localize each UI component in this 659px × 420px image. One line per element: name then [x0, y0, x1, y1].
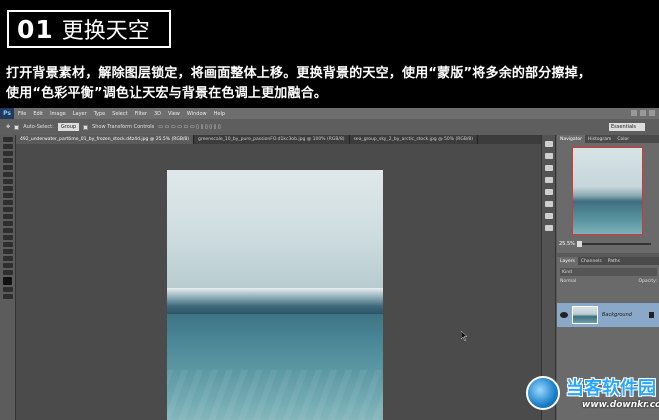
- paragraph-panel-icon[interactable]: [544, 213, 553, 219]
- eraser-tool[interactable]: [2, 207, 13, 212]
- site-name: 当客软件园: [566, 378, 656, 399]
- tab-color[interactable]: Color: [614, 135, 632, 143]
- brush-tool[interactable]: [2, 186, 13, 191]
- tab-navigator[interactable]: Navigator: [557, 135, 586, 143]
- menu-select[interactable]: Select: [112, 111, 127, 117]
- menu-image[interactable]: Image: [50, 111, 66, 117]
- menu-type[interactable]: Type: [94, 111, 105, 117]
- brush-panel-icon[interactable]: [544, 177, 553, 183]
- navigator-tabs: Navigator Histogram Color: [557, 135, 659, 143]
- wave-horizon: [167, 288, 383, 314]
- options-bar: ✥ Auto-Select: Group Show Transform Cont…: [0, 119, 659, 135]
- character-panel-icon[interactable]: [544, 201, 553, 207]
- quick-select-tool[interactable]: [2, 158, 13, 163]
- marquee-tool[interactable]: [2, 144, 13, 149]
- zoom-tool[interactable]: [2, 270, 13, 275]
- site-logo-icon: [526, 376, 560, 410]
- workspace-switcher[interactable]: Essentials: [609, 123, 645, 131]
- move-tool[interactable]: [2, 137, 13, 142]
- screen-mode-button[interactable]: [2, 294, 13, 299]
- step-description-line-2: 使用“色彩平衡”调色让天宏与背景在色调上更加融合。: [6, 86, 328, 101]
- dodge-tool[interactable]: [2, 228, 13, 233]
- site-url: www.downkr.com: [582, 400, 659, 410]
- blend-mode-dropdown[interactable]: Normal: [560, 279, 576, 287]
- zoom-slider[interactable]: [577, 241, 651, 247]
- move-cursor-icon: [461, 331, 468, 341]
- eye-icon[interactable]: [560, 312, 568, 318]
- move-tool-icon[interactable]: ✥: [6, 124, 10, 130]
- info-panel-icon[interactable]: [544, 165, 553, 171]
- auto-select-dropdown[interactable]: Group: [57, 123, 80, 131]
- healing-brush-tool[interactable]: [2, 179, 13, 184]
- menu-help[interactable]: Help: [214, 111, 225, 117]
- tutorial-header: 01 更换天空 打开背景素材，解除图层锁定，将画面整体上移。更换背景的天空，使用…: [0, 0, 659, 104]
- foreground-color-swatch[interactable]: [3, 277, 12, 285]
- tab-histogram[interactable]: Histogram: [585, 135, 614, 143]
- layer-thumbnail: [572, 306, 598, 324]
- tab-document-sea-sky[interactable]: sea_group_sky_2_by_arctic_stock.jpg @ 50…: [350, 135, 479, 144]
- zoom-slider-handle[interactable]: [577, 241, 582, 247]
- pen-tool[interactable]: [2, 235, 13, 240]
- window-controls: [631, 110, 655, 116]
- menu-file[interactable]: File: [18, 111, 26, 117]
- layer-filter-dropdown[interactable]: Kind: [560, 268, 657, 276]
- light-rays: [167, 370, 383, 420]
- shape-tool[interactable]: [2, 256, 13, 261]
- path-select-tool[interactable]: [2, 249, 13, 254]
- history-panel-icon[interactable]: [544, 141, 553, 147]
- maximize-icon[interactable]: [640, 110, 646, 116]
- document-tabs: 492_underwater_parttime_01_by_frozen_sto…: [16, 135, 541, 144]
- adjustments-panel-icon[interactable]: [544, 225, 553, 231]
- hand-tool[interactable]: [2, 263, 13, 268]
- gradient-tool[interactable]: [2, 214, 13, 219]
- menu-filter[interactable]: Filter: [135, 111, 147, 117]
- step-title-box: 01 更换天空: [7, 10, 171, 48]
- tab-layers[interactable]: Layers: [557, 257, 578, 265]
- menu-layer[interactable]: Layer: [73, 111, 87, 117]
- document-image[interactable]: [167, 170, 383, 420]
- step-description-line-1: 打开背景素材，解除图层锁定，将画面整体上移。更换背景的天空，使用“蒙版”将多余的…: [6, 66, 592, 81]
- menu-bar: Ps File Edit Image Layer Type Select Fil…: [0, 108, 659, 119]
- minimize-icon[interactable]: [631, 110, 637, 116]
- layer-row-background[interactable]: Background: [557, 303, 659, 327]
- lock-icon[interactable]: [649, 312, 654, 318]
- menu-window[interactable]: Window: [187, 111, 207, 117]
- tab-document-greenscale[interactable]: greenscale_10_by_pure_passionFO.d1kc3ob.…: [194, 135, 350, 144]
- ps-logo: Ps: [0, 108, 14, 119]
- crop-tool[interactable]: [2, 165, 13, 170]
- eyedropper-tool[interactable]: [2, 172, 13, 177]
- type-tool[interactable]: [2, 242, 13, 247]
- layers-tabs: Layers Channels Paths: [557, 257, 659, 265]
- menu-3d[interactable]: 3D: [154, 111, 161, 117]
- history-brush-tool[interactable]: [2, 200, 13, 205]
- layer-options: Normal Opacity:: [560, 279, 657, 287]
- show-transform-checkbox[interactable]: [83, 124, 89, 130]
- quick-mask-button[interactable]: [2, 287, 13, 292]
- layer-name[interactable]: Background: [602, 312, 632, 318]
- step-title: 更换天空: [61, 19, 150, 44]
- close-icon[interactable]: [649, 110, 655, 116]
- blur-tool[interactable]: [2, 221, 13, 226]
- menu-edit[interactable]: Edit: [33, 111, 43, 117]
- auto-select-label: Auto-Select:: [23, 124, 54, 130]
- tab-channels[interactable]: Channels: [578, 257, 605, 265]
- step-number: 01: [17, 14, 54, 44]
- align-icons[interactable]: ▭ ▭ ▭ ▭ ▭ ▭ ▯ ▯ ▯ ▯ ▯ ▯: [158, 124, 220, 130]
- zoom-level[interactable]: 25.5%: [559, 241, 575, 247]
- tab-paths[interactable]: Paths: [605, 257, 623, 265]
- tab-document-underwater[interactable]: 492_underwater_parttime_01_by_frozen_sto…: [16, 135, 195, 144]
- auto-select-checkbox[interactable]: [14, 124, 20, 130]
- canvas-area[interactable]: [16, 144, 541, 420]
- menu-view[interactable]: View: [168, 111, 180, 117]
- navigator-panel: Navigator Histogram Color 25.5%: [557, 135, 659, 253]
- lasso-tool[interactable]: [2, 151, 13, 156]
- clone-stamp-tool[interactable]: [2, 193, 13, 198]
- tools-panel: [0, 135, 16, 420]
- actions-panel-icon[interactable]: [544, 153, 553, 159]
- navigator-preview[interactable]: [572, 147, 643, 235]
- clone-source-panel-icon[interactable]: [544, 189, 553, 195]
- show-transform-label: Show Transform Controls: [92, 124, 155, 130]
- opacity-label: Opacity:: [638, 279, 658, 284]
- site-watermark: 当客软件园 www.downkr.com: [522, 372, 659, 420]
